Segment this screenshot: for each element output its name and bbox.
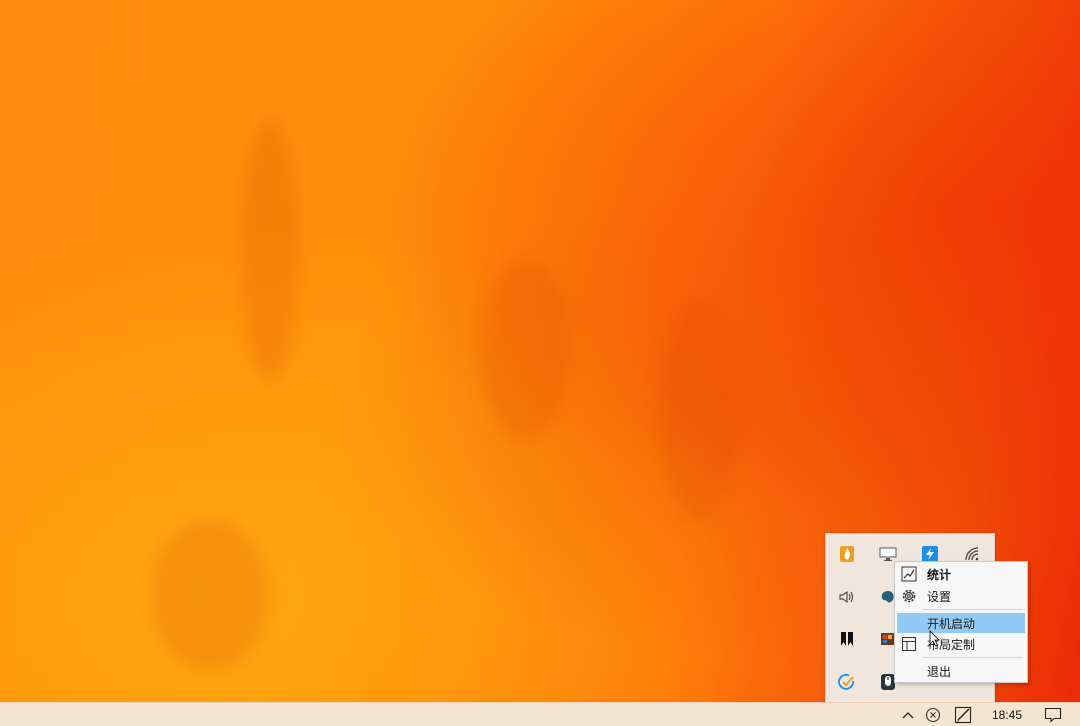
menu-item-exit[interactable]: 退出 (897, 661, 1025, 681)
flame-app-icon[interactable] (835, 542, 859, 566)
gear-icon (901, 588, 917, 604)
bookmark-app-icon[interactable] (835, 627, 859, 651)
speaker-icon[interactable] (835, 585, 859, 609)
menu-item-autostart[interactable]: 开机启动 (897, 613, 1025, 633)
wallpaper-streak (150, 520, 270, 670)
wallpaper-streak (480, 260, 570, 440)
menu-item-label: 开机启动 (927, 616, 976, 631)
wallpaper-streak (660, 300, 740, 520)
taskbar: 18:45 (0, 702, 1080, 726)
notification-icon[interactable] (1041, 703, 1065, 726)
menu-item-label: 统计 (927, 567, 952, 582)
layout-icon (901, 636, 917, 652)
clock-time: 18:45 (991, 707, 1023, 722)
menu-item-layout[interactable]: 布局定制 (897, 634, 1025, 654)
mouse-cursor-icon (929, 630, 940, 647)
menu-item-label: 设置 (927, 589, 952, 604)
pen-tablet-icon[interactable] (952, 703, 974, 726)
menu-item-stats[interactable]: 统计 (897, 564, 1025, 584)
wallpaper-streak (240, 120, 300, 380)
menu-item-settings[interactable]: 设置 (897, 586, 1025, 606)
menu-separator (923, 609, 1023, 610)
chart-icon (901, 566, 917, 582)
taskbar-clock[interactable]: 18:45 (984, 703, 1030, 726)
tray-context-menu: 统计 设置 开机启动 布局定制 退出 (894, 561, 1028, 683)
chevron-up-icon[interactable] (899, 703, 917, 726)
close-circle-icon[interactable] (923, 703, 943, 726)
menu-item-label: 退出 (927, 664, 952, 679)
check-circle-icon[interactable] (835, 670, 859, 694)
menu-separator (923, 657, 1023, 658)
